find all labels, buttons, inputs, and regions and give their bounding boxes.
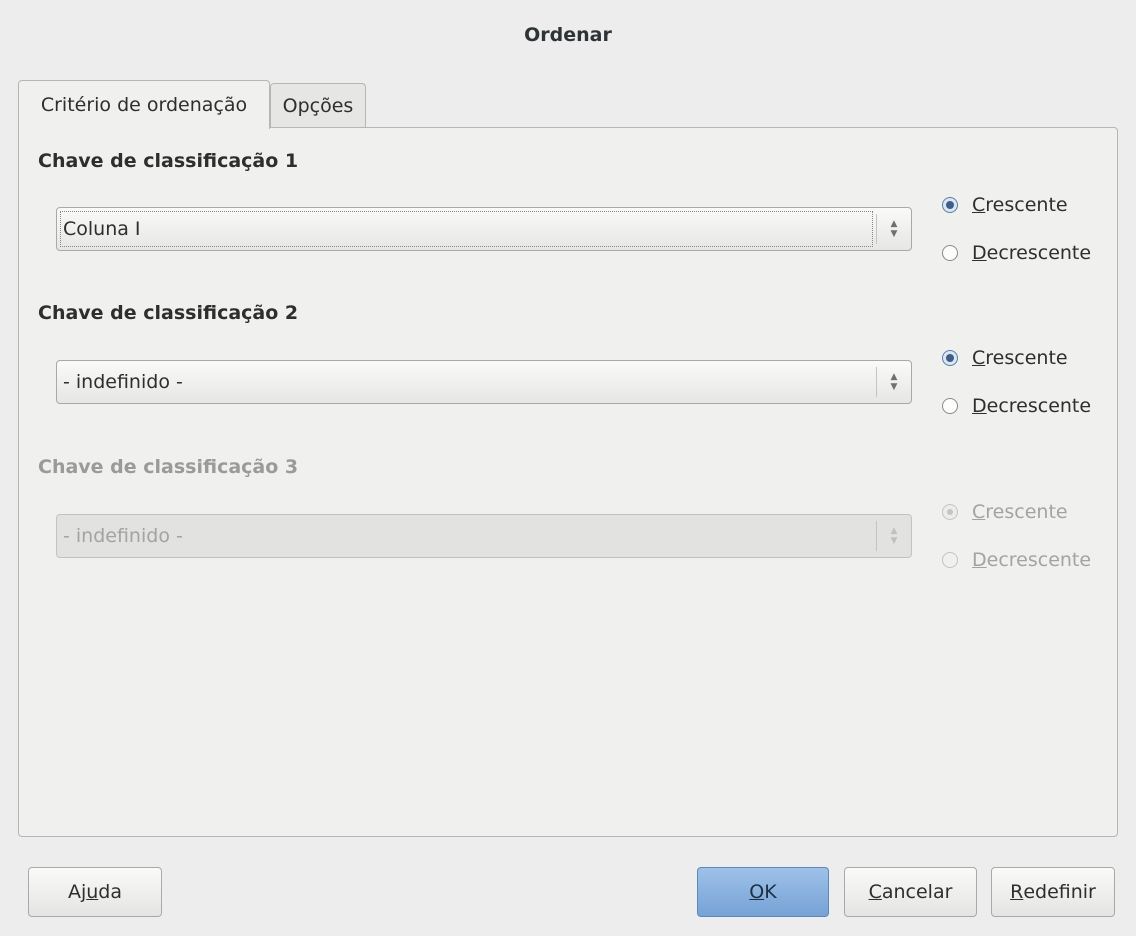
radio-label: Decrescente (972, 549, 1092, 571)
spin-arrows-icon: ▲ ▼ (877, 526, 911, 546)
sort-key-2-ascending-radio[interactable]: Crescente (942, 343, 1068, 373)
radio-unchecked-icon (942, 245, 958, 261)
radio-label: Crescente (972, 347, 1068, 369)
sort-key-3-dropdown: - indefinido - ▲ ▼ (56, 514, 912, 558)
sort-key-2-value: - indefinido - (63, 371, 183, 393)
spin-arrows-icon: ▲ ▼ (877, 372, 911, 392)
up-arrow-icon: ▲ (890, 526, 898, 536)
sort-key-2-label: Chave de classificação 2 (38, 302, 299, 324)
sort-key-2-descending-radio[interactable]: Decrescente (942, 391, 1091, 421)
ok-button[interactable]: OK (697, 867, 829, 917)
cancel-button[interactable]: Cancelar (844, 867, 977, 917)
radio-checked-icon (942, 504, 958, 520)
reset-button[interactable]: Redefinir (991, 867, 1115, 917)
radio-unchecked-icon (942, 398, 958, 414)
sort-key-3-label: Chave de classificação 3 (38, 456, 299, 478)
down-arrow-icon: ▼ (890, 382, 898, 392)
sort-key-1-ascending-radio[interactable]: Crescente (942, 190, 1068, 220)
up-arrow-icon: ▲ (890, 219, 898, 229)
down-arrow-icon: ▼ (890, 536, 898, 546)
radio-label: Crescente (972, 501, 1068, 523)
sort-key-1-value: Coluna I (63, 218, 141, 240)
radio-label: Crescente (972, 194, 1068, 216)
sort-key-3-value: - indefinido - (63, 525, 183, 547)
sort-key-2-dropdown[interactable]: - indefinido - ▲ ▼ (56, 360, 912, 404)
sort-key-3-ascending-radio: Crescente (942, 497, 1068, 527)
radio-checked-icon (942, 197, 958, 213)
sort-key-1-descending-radio[interactable]: Decrescente (942, 238, 1091, 268)
up-arrow-icon: ▲ (890, 372, 898, 382)
radio-label: Decrescente (972, 242, 1092, 264)
tab-sort-criteria[interactable]: Critério de ordenação (18, 80, 270, 129)
sort-key-1-label: Chave de classificação 1 (38, 150, 299, 172)
radio-unchecked-icon (942, 552, 958, 568)
sort-key-1-dropdown[interactable]: Coluna I ▲ ▼ (56, 207, 912, 251)
sort-key-3-descending-radio: Decrescente (942, 545, 1091, 575)
help-button[interactable]: Aj u da (28, 867, 162, 917)
radio-label: Decrescente (972, 395, 1092, 417)
dialog-title: Ordenar (524, 24, 612, 46)
radio-checked-icon (942, 350, 958, 366)
spin-arrows-icon: ▲ ▼ (877, 219, 911, 239)
down-arrow-icon: ▼ (890, 229, 898, 239)
tab-options[interactable]: Opções (270, 83, 366, 128)
